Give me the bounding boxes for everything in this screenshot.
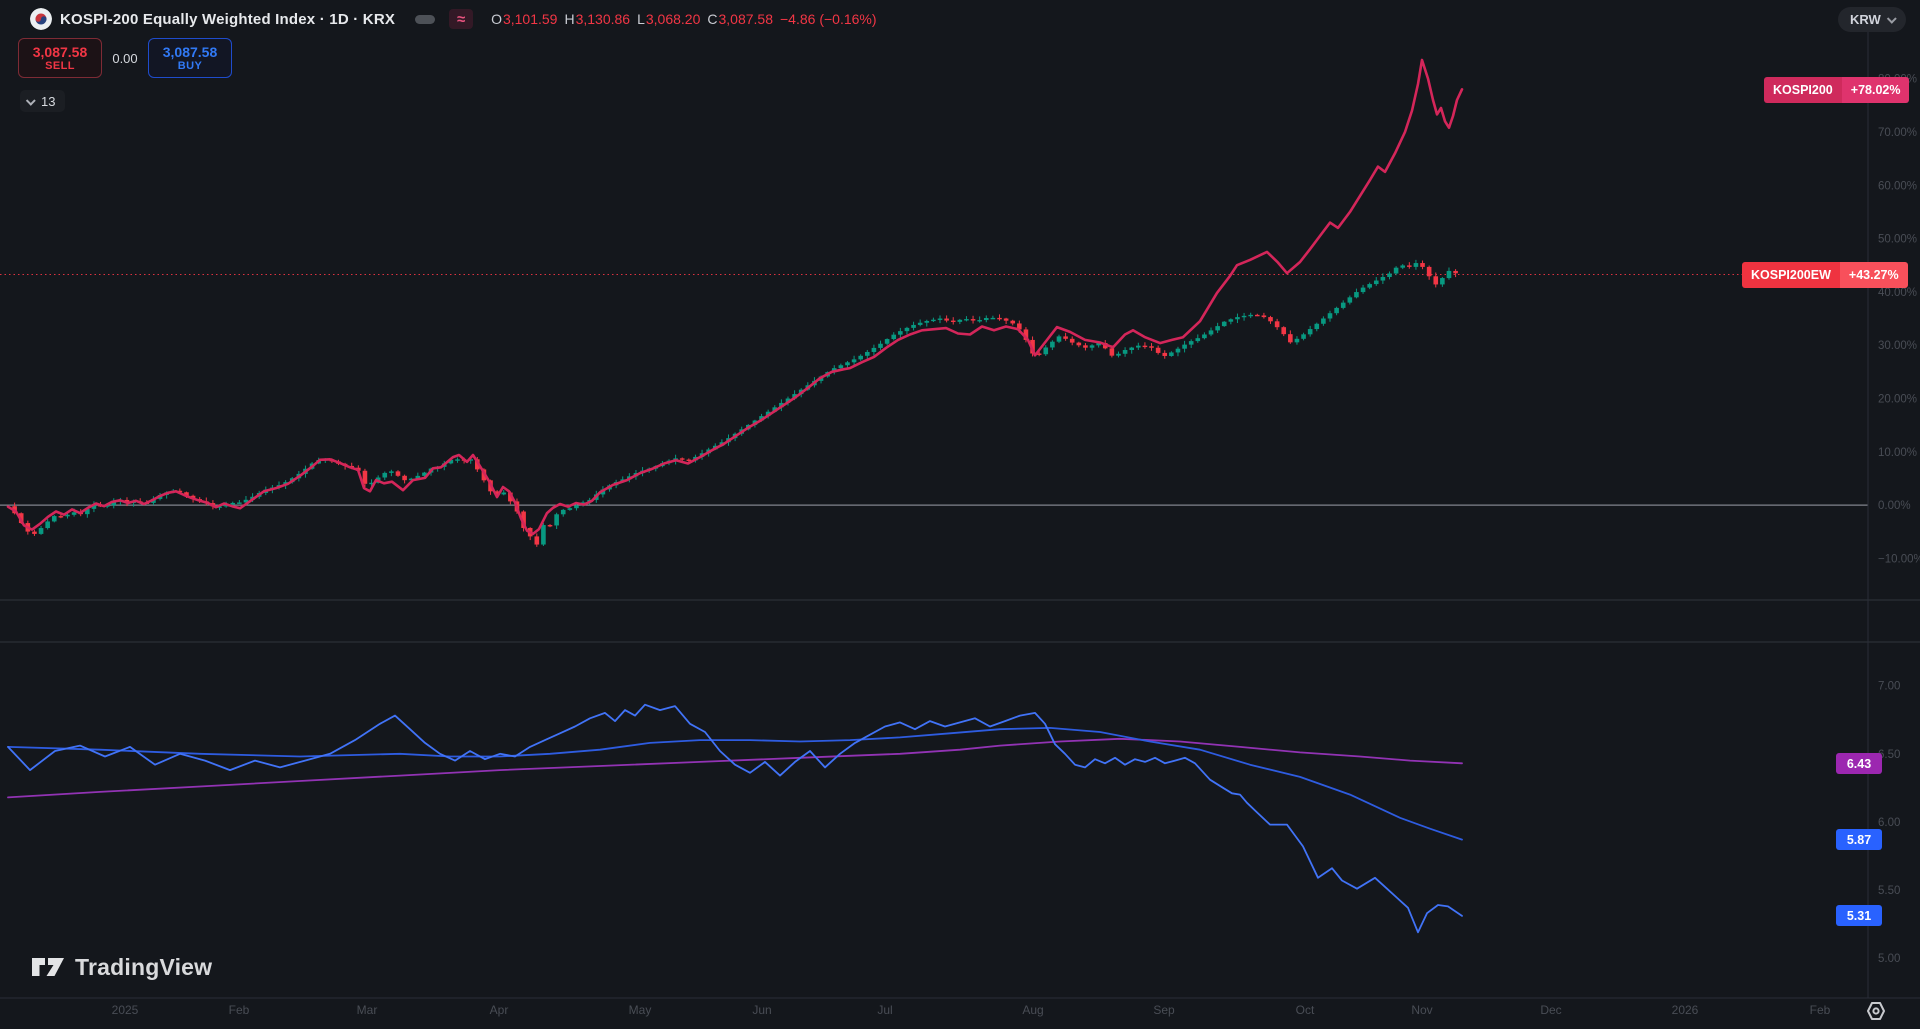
open-value: 3,101.59 bbox=[502, 11, 558, 27]
south-korea-flag-icon bbox=[30, 8, 52, 30]
change-value: −4.86 (−0.16%) bbox=[780, 11, 877, 27]
symbol-title[interactable]: KOSPI-200 Equally Weighted Index · 1D · … bbox=[60, 11, 395, 28]
svg-text:0.00%: 0.00% bbox=[1878, 500, 1911, 512]
tradingview-logo-text: TradingView bbox=[75, 953, 213, 980]
svg-text:−10.00%: −10.00% bbox=[1878, 553, 1920, 565]
svg-text:Jun: Jun bbox=[752, 1003, 771, 1017]
svg-text:Feb: Feb bbox=[1810, 1003, 1831, 1017]
indicator-value-label-3[interactable]: 5.31 bbox=[1836, 905, 1882, 926]
svg-text:50.00%: 50.00% bbox=[1878, 234, 1917, 246]
low-label: L bbox=[637, 11, 645, 27]
currency-value: KRW bbox=[1850, 12, 1881, 27]
spread-value: 0.00 bbox=[112, 50, 138, 66]
svg-text:70.00%: 70.00% bbox=[1878, 127, 1917, 139]
svg-text:Jul: Jul bbox=[877, 1003, 892, 1017]
trade-panel: 3,087.58 SELL 0.00 3,087.58 BUY bbox=[18, 38, 232, 78]
buy-button[interactable]: 3,087.58 BUY bbox=[148, 38, 232, 78]
svg-text:Feb: Feb bbox=[229, 1003, 250, 1017]
chevron-down-icon bbox=[25, 95, 36, 106]
svg-text:Mar: Mar bbox=[357, 1003, 378, 1017]
high-label: H bbox=[564, 11, 575, 27]
svg-text:6.00: 6.00 bbox=[1878, 817, 1900, 829]
kospi200-name: KOSPI200 bbox=[1764, 77, 1842, 103]
kospi200ew-name: KOSPI200EW bbox=[1742, 262, 1840, 288]
buy-label: BUY bbox=[177, 59, 203, 72]
svg-text:Aug: Aug bbox=[1022, 1003, 1043, 1017]
legend-collapse-icon[interactable] bbox=[415, 14, 436, 24]
kospi200-change: +78.02% bbox=[1841, 77, 1910, 103]
axis-settings-icon[interactable] bbox=[1864, 999, 1888, 1023]
indicator-value-label-1[interactable]: 6.43 bbox=[1836, 753, 1882, 774]
svg-text:May: May bbox=[629, 1003, 652, 1017]
tradingview-logo-icon bbox=[32, 958, 64, 976]
close-value: 3,087.58 bbox=[718, 11, 774, 27]
svg-text:2025: 2025 bbox=[112, 1003, 139, 1017]
svg-text:5.00: 5.00 bbox=[1878, 953, 1900, 965]
kospi200ew-price-label[interactable]: KOSPI200EW +43.27% bbox=[1742, 262, 1908, 288]
svg-text:60.00%: 60.00% bbox=[1878, 180, 1917, 192]
svg-text:Dec: Dec bbox=[1540, 1003, 1561, 1017]
sell-label: SELL bbox=[45, 59, 75, 72]
kospi200ew-change: +43.27% bbox=[1839, 262, 1908, 288]
indicator-value-label-2[interactable]: 5.87 bbox=[1836, 829, 1882, 850]
svg-text:7.00: 7.00 bbox=[1878, 681, 1900, 693]
chart-canvas[interactable]: −10.00% 0.00% 10.00% 20.00% 30.00% 40.00% 50.0… bbox=[0, 0, 1920, 1029]
ohlc-values: O 3,101.59 H 3,130.86 L 3,068.20 C 3,087.58 … bbox=[491, 11, 876, 27]
svg-text:5.50: 5.50 bbox=[1878, 885, 1900, 897]
sell-button[interactable]: 3,087.58 SELL bbox=[18, 38, 102, 78]
svg-text:2026: 2026 bbox=[1672, 1003, 1699, 1017]
approx-price-icon: ≈ bbox=[449, 9, 474, 29]
close-label: C bbox=[707, 11, 718, 27]
svg-text:Sep: Sep bbox=[1153, 1003, 1175, 1017]
svg-text:10.00%: 10.00% bbox=[1878, 447, 1917, 459]
symbol-legend[interactable]: KOSPI-200 Equally Weighted Index · 1D · … bbox=[30, 6, 877, 32]
svg-text:Nov: Nov bbox=[1411, 1003, 1432, 1017]
svg-text:Apr: Apr bbox=[490, 1003, 509, 1017]
svg-text:30.00%: 30.00% bbox=[1878, 340, 1917, 352]
svg-text:20.00%: 20.00% bbox=[1878, 393, 1917, 405]
open-label: O bbox=[491, 11, 502, 27]
low-value: 3,068.20 bbox=[645, 11, 701, 27]
sell-price: 3,087.58 bbox=[32, 43, 88, 60]
object-tree-toggle[interactable]: 13 bbox=[20, 90, 66, 112]
tradingview-logo[interactable]: TradingView bbox=[30, 952, 212, 982]
chart-window: −10.00% 0.00% 10.00% 20.00% 30.00% 40.00% 50.0… bbox=[0, 0, 1920, 1029]
currency-selector[interactable]: KRW bbox=[1838, 7, 1906, 32]
svg-text:Oct: Oct bbox=[1296, 1003, 1315, 1017]
svg-text:40.00%: 40.00% bbox=[1878, 287, 1917, 299]
high-value: 3,130.86 bbox=[575, 11, 631, 27]
chevron-down-icon bbox=[1886, 13, 1897, 24]
kospi200-price-label[interactable]: KOSPI200 +78.02% bbox=[1764, 77, 1910, 103]
buy-price: 3,087.58 bbox=[162, 43, 218, 60]
object-tree-count: 13 bbox=[41, 93, 56, 109]
